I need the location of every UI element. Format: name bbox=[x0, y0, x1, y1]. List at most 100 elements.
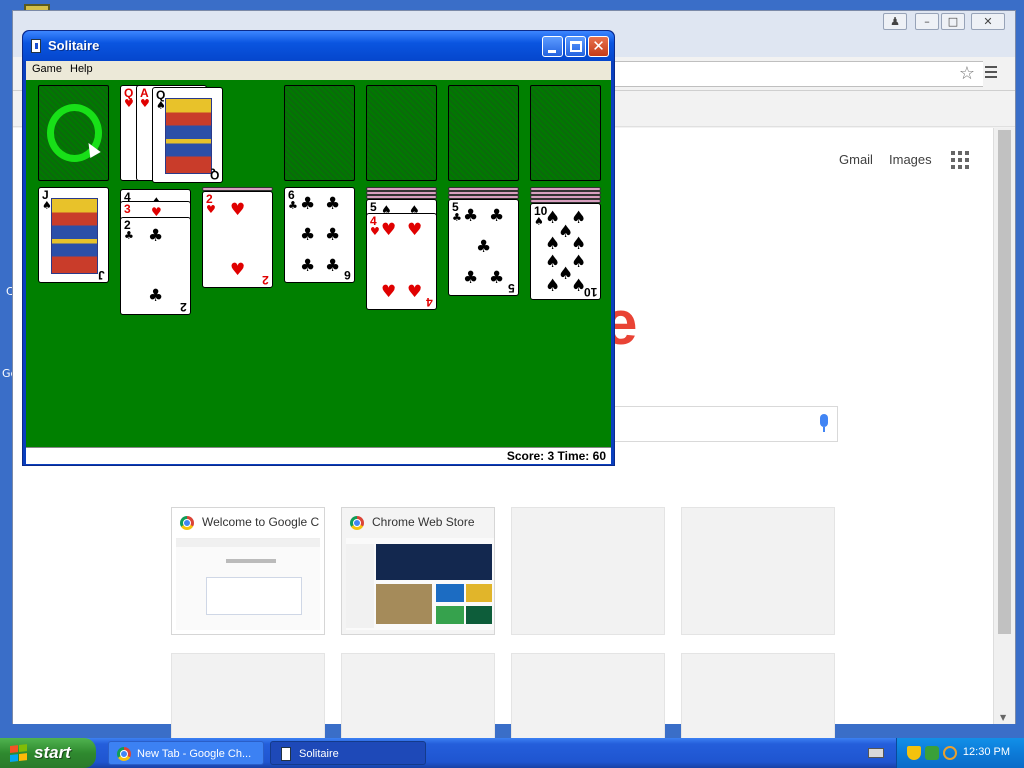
maximize-button[interactable]: □ bbox=[941, 13, 965, 30]
tableau-top-card[interactable]: 5 ♣ ♣ ♣ ♣ ♣ ♣ 5 bbox=[448, 199, 519, 296]
profile-icon[interactable]: ♟ bbox=[883, 13, 907, 30]
menu-game[interactable]: Game bbox=[32, 63, 62, 75]
close-button[interactable]: ✕ bbox=[588, 36, 609, 57]
tile-thumbnail bbox=[346, 538, 494, 630]
menu-bar: Game Help bbox=[26, 61, 611, 80]
address-bar[interactable]: ☆ bbox=[613, 61, 983, 87]
card-pip: ♠ bbox=[545, 234, 561, 254]
card-pip: ♣ bbox=[300, 256, 316, 276]
microphone-icon[interactable] bbox=[819, 414, 829, 434]
minimize-button[interactable]: – bbox=[915, 13, 939, 30]
card-suit: ♥ bbox=[124, 97, 134, 110]
card-pip: ♣ bbox=[463, 206, 479, 226]
status-bar: Score: 3 Time: 60 bbox=[26, 447, 611, 464]
empty-tile bbox=[511, 507, 665, 635]
card-pip: ♠ bbox=[571, 252, 587, 272]
card-pip: ♥ bbox=[407, 220, 423, 240]
tile-title: Welcome to Google C bbox=[202, 515, 320, 529]
foundation-slot[interactable] bbox=[530, 85, 601, 181]
card-pip: ♣ bbox=[489, 268, 505, 288]
start-button[interactable]: start bbox=[0, 738, 96, 768]
card-suit: ♠ bbox=[534, 215, 544, 228]
card-rank: 2 bbox=[262, 273, 269, 287]
tableau-top-card[interactable]: 10 ♠ ♠ ♠ ♠ ♠ ♠ ♠ ♠ ♠ ♠ ♠ 10 bbox=[530, 203, 601, 300]
card-pip: ♥ bbox=[381, 282, 397, 302]
menu-help[interactable]: Help bbox=[70, 63, 93, 75]
most-visited-tile[interactable]: Chrome Web Store bbox=[341, 507, 495, 635]
solitaire-titlebar[interactable]: Solitaire ✕ bbox=[23, 31, 614, 61]
apps-grid-icon[interactable] bbox=[951, 151, 969, 169]
card-suit: ♣ bbox=[452, 211, 462, 224]
system-tray: 12:30 PM bbox=[896, 738, 1024, 768]
tableau-top-card[interactable]: 2 ♣ ♣ ♣ 2 bbox=[120, 217, 191, 315]
scrollbar-thumb[interactable] bbox=[998, 130, 1011, 634]
search-input[interactable] bbox=[608, 406, 838, 442]
chrome-icon bbox=[117, 747, 131, 761]
card-pip: ♣ bbox=[148, 286, 164, 306]
solitaire-icon bbox=[281, 747, 291, 761]
card-table: Q ♥ A ♥ Q ♠ Q J ♠ J 4 ♠ 3 bbox=[26, 80, 611, 447]
card-pip: ♣ bbox=[148, 226, 164, 246]
search-icon[interactable] bbox=[943, 746, 957, 760]
card-pip: ♣ bbox=[325, 194, 341, 214]
taskbar-item-label: Solitaire bbox=[299, 748, 339, 760]
score-time-text: Score: 3 Time: 60 bbox=[506, 449, 606, 463]
foundation-slot[interactable] bbox=[448, 85, 519, 181]
card-pip: ♣ bbox=[325, 225, 341, 245]
scroll-down-arrow-icon[interactable]: ▼ bbox=[1000, 713, 1006, 722]
foundation-slot[interactable] bbox=[366, 85, 437, 181]
card-rank: Q bbox=[209, 168, 219, 182]
card-suit: ♥ bbox=[370, 225, 380, 238]
chrome-menu-icon[interactable] bbox=[985, 63, 999, 83]
bookmark-star-icon[interactable]: ☆ bbox=[959, 64, 975, 84]
card-suit: ♣ bbox=[288, 199, 298, 212]
chrome-icon bbox=[180, 516, 194, 530]
card-rank: 10 bbox=[583, 285, 597, 299]
tableau-top-card[interactable]: 6 ♣ ♣ ♣ ♣ ♣ ♣ ♣ 6 bbox=[284, 187, 355, 283]
queen-face-image bbox=[165, 98, 212, 174]
card-suit: ♥ bbox=[206, 203, 216, 216]
card-pip: ♣ bbox=[476, 237, 492, 257]
windows-logo-icon bbox=[10, 744, 28, 762]
images-link[interactable]: Images bbox=[889, 152, 932, 167]
foundation-slot[interactable] bbox=[284, 85, 355, 181]
keyboard-language-icon[interactable] bbox=[868, 748, 884, 758]
maximize-button[interactable] bbox=[565, 36, 586, 57]
minimize-button[interactable] bbox=[542, 36, 563, 57]
window-title: Solitaire bbox=[48, 38, 100, 53]
network-icon[interactable] bbox=[925, 746, 939, 760]
page-scrollbar[interactable]: ▼ bbox=[993, 128, 1015, 724]
card-rank: J bbox=[98, 268, 105, 282]
close-button[interactable]: ✕ bbox=[971, 13, 1005, 30]
gmail-link[interactable]: Gmail bbox=[839, 152, 873, 167]
taskbar-item-solitaire[interactable]: Solitaire bbox=[270, 741, 426, 765]
security-shield-icon[interactable] bbox=[907, 746, 921, 760]
card-pip: ♥ bbox=[407, 282, 423, 302]
card-pip: ♣ bbox=[300, 225, 316, 245]
card-suit: ♥ bbox=[140, 97, 150, 110]
card-pip: ♣ bbox=[325, 256, 341, 276]
tile-title: Chrome Web Store bbox=[372, 515, 475, 529]
card-rank: 2 bbox=[180, 300, 187, 314]
most-visited-tile[interactable]: Welcome to Google C bbox=[171, 507, 325, 635]
tableau-top-card[interactable]: 4 ♥ ♥ ♥ ♥ ♥ 4 bbox=[366, 213, 437, 310]
card-pip: ♠ bbox=[571, 208, 587, 228]
card-pip: ♥ bbox=[230, 200, 246, 220]
card-rank: 5 bbox=[370, 200, 377, 214]
tableau-card[interactable]: J ♠ J bbox=[38, 187, 109, 283]
chrome-web-store-icon bbox=[350, 516, 364, 530]
taskbar-item-chrome[interactable]: New Tab - Google Ch... bbox=[108, 741, 264, 765]
solitaire-app-icon bbox=[31, 39, 41, 53]
start-label: start bbox=[34, 743, 71, 762]
clock: 12:30 PM bbox=[962, 746, 1010, 758]
card-pip: ♣ bbox=[300, 194, 316, 214]
waste-top-card[interactable]: Q ♠ Q bbox=[152, 87, 223, 183]
card-pip: ♣ bbox=[463, 268, 479, 288]
tableau-top-card[interactable]: 2 ♥ ♥ ♥ 2 bbox=[202, 191, 273, 288]
empty-tile bbox=[681, 507, 835, 635]
card-rank: 5 bbox=[508, 281, 515, 295]
card-rank: 4 bbox=[426, 295, 433, 309]
jack-face-image bbox=[51, 198, 98, 274]
stock-pile[interactable] bbox=[38, 85, 109, 181]
card-rank: 3 bbox=[124, 202, 131, 216]
